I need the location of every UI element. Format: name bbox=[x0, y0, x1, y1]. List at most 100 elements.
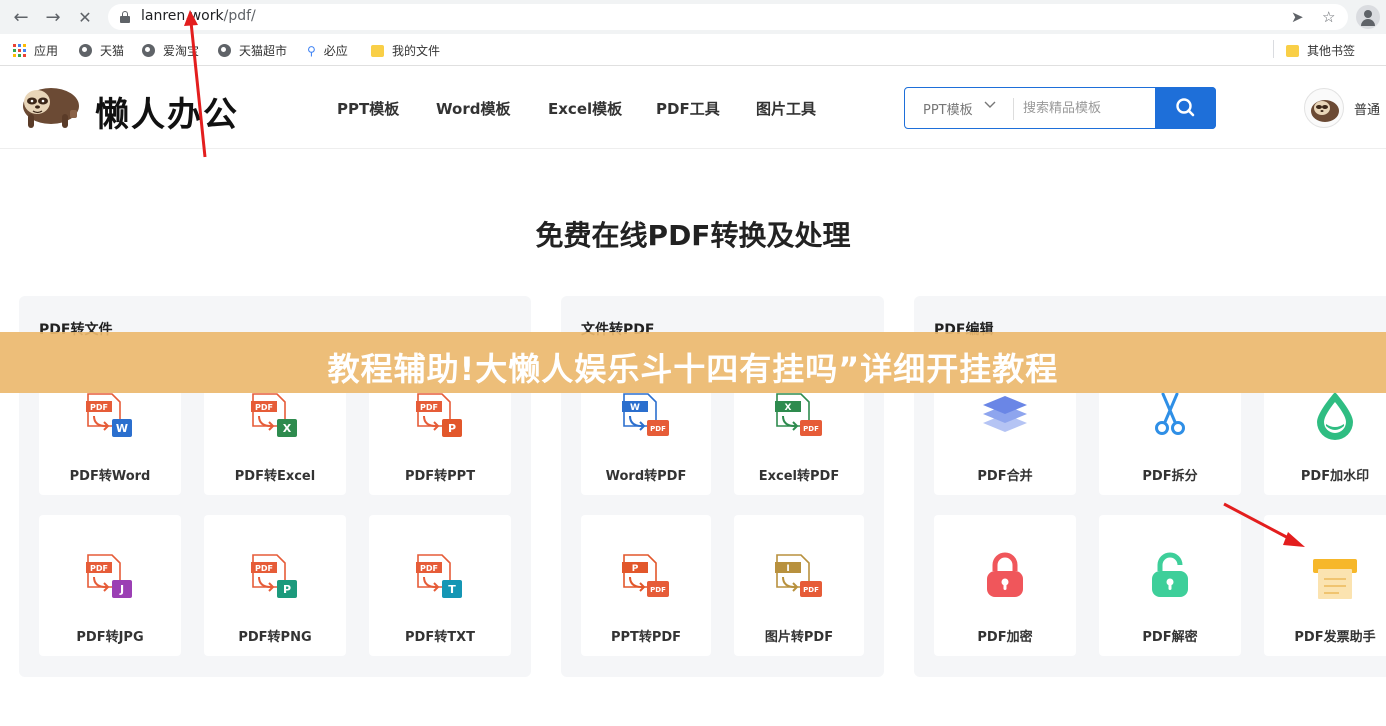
svg-text:I: I bbox=[786, 564, 789, 574]
tool-pdf-invoice[interactable]: PDF发票助手 bbox=[1264, 515, 1386, 656]
svg-text:PDF: PDF bbox=[650, 586, 666, 594]
logo-text[interactable]: 懒人办公 bbox=[95, 87, 239, 136]
tool-image-to-pdf[interactable]: I PDF 图片转PDF bbox=[734, 515, 864, 656]
word-to-pdf-icon: W PDF bbox=[622, 393, 669, 436]
globe-icon bbox=[218, 44, 231, 57]
search-icon: ⚲ bbox=[307, 43, 316, 58]
svg-text:T: T bbox=[448, 583, 456, 596]
url-text[interactable]: lanren.work/pdf/ bbox=[141, 8, 256, 24]
search-button[interactable] bbox=[1155, 87, 1216, 129]
svg-text:PDF: PDF bbox=[420, 403, 438, 412]
bookmark-label: 天猫超市 bbox=[239, 44, 288, 58]
tool-pdf-to-txt[interactable]: PDF T PDF转TXT bbox=[369, 515, 511, 656]
bookmark-separator bbox=[1273, 40, 1274, 58]
tool-ppt-to-pdf[interactable]: P PDF PPT转PDF bbox=[581, 515, 711, 656]
sloth-avatar-icon bbox=[1311, 100, 1339, 122]
browser-toolbar: ← → ✕ lanren.work/pdf/ ➤ ☆ bbox=[0, 0, 1386, 34]
back-arrow-icon[interactable]: ← bbox=[8, 5, 34, 29]
scissors-icon bbox=[1155, 392, 1185, 435]
tool-label: PDF解密 bbox=[1142, 630, 1198, 645]
bookmark-my-files[interactable]: 我的文件 bbox=[371, 42, 440, 59]
site-header: 懒人办公 PPT模板 Word模板 Excel模板 PDF工具 图片工具 PPT… bbox=[0, 67, 1386, 149]
image-to-pdf-icon: I PDF bbox=[775, 554, 822, 597]
tool-label: PDF加密 bbox=[977, 630, 1033, 645]
svg-text:PDF: PDF bbox=[803, 586, 819, 594]
user-avatar[interactable] bbox=[1304, 88, 1344, 128]
folder-icon bbox=[1286, 44, 1299, 57]
pdf-to-jpg-icon: PDF J bbox=[86, 554, 132, 598]
svg-text:P: P bbox=[632, 564, 639, 574]
pdf-to-txt-icon: PDF T bbox=[416, 554, 462, 598]
search-divider bbox=[1013, 98, 1014, 120]
svg-text:W: W bbox=[116, 422, 128, 435]
nav-ppt-templates[interactable]: PPT模板 bbox=[337, 98, 399, 119]
tool-label: PDF加水印 bbox=[1300, 469, 1370, 484]
svg-text:P: P bbox=[283, 583, 291, 596]
tool-label: PDF转Word bbox=[69, 469, 151, 484]
pdf-to-png-icon: PDF P bbox=[251, 554, 297, 598]
svg-text:X: X bbox=[785, 403, 792, 413]
nav-excel-templates[interactable]: Excel模板 bbox=[548, 98, 622, 119]
search-input[interactable] bbox=[1023, 96, 1153, 120]
svg-text:PDF: PDF bbox=[90, 564, 108, 573]
tool-label: PDF转TXT bbox=[405, 630, 475, 645]
tool-label: PDF拆分 bbox=[1142, 469, 1198, 484]
invoice-printer-icon bbox=[1313, 559, 1357, 599]
pdf-to-word-icon: PDF W bbox=[86, 393, 132, 437]
svg-text:W: W bbox=[630, 403, 640, 413]
pdf-to-ppt-icon: PDF P bbox=[416, 393, 462, 437]
tool-label: PDF合并 bbox=[977, 469, 1033, 484]
nav-word-templates[interactable]: Word模板 bbox=[436, 98, 510, 119]
bookmark-label: 我的文件 bbox=[392, 44, 441, 58]
chevron-down-icon[interactable] bbox=[983, 98, 997, 112]
svg-text:J: J bbox=[119, 583, 124, 596]
tool-label: 图片转PDF bbox=[764, 630, 834, 645]
tool-label: PDF转PPT bbox=[404, 469, 476, 484]
svg-text:PDF: PDF bbox=[255, 403, 273, 412]
svg-text:PDF: PDF bbox=[650, 425, 666, 433]
lock-icon bbox=[120, 11, 130, 23]
bookmark-label: 天猫 bbox=[100, 44, 125, 58]
tool-pdf-to-jpg[interactable]: PDF J PDF转JPG bbox=[39, 515, 181, 656]
sloth-logo-icon[interactable] bbox=[18, 84, 80, 130]
watermark-drop-icon bbox=[1317, 392, 1353, 440]
profile-icon[interactable] bbox=[1356, 5, 1380, 29]
tool-label: Word转PDF bbox=[605, 469, 687, 484]
user-label[interactable]: 普通 bbox=[1354, 99, 1380, 118]
send-icon[interactable]: ➤ bbox=[1291, 8, 1304, 26]
apps-icon bbox=[13, 44, 26, 57]
globe-icon bbox=[79, 44, 92, 57]
tool-label: PDF转Excel bbox=[234, 469, 316, 484]
nav-pdf-tools[interactable]: PDF工具 bbox=[656, 98, 720, 119]
bookmark-bing[interactable]: ⚲ 必应 bbox=[307, 42, 348, 59]
address-bar[interactable]: lanren.work/pdf/ ➤ ☆ bbox=[108, 4, 1348, 30]
tool-pdf-decrypt[interactable]: PDF解密 bbox=[1099, 515, 1241, 656]
bookmark-other[interactable]: 其他书签 bbox=[1286, 42, 1355, 59]
bookmark-tmall-market[interactable]: 天猫超市 bbox=[218, 42, 287, 59]
star-icon[interactable]: ☆ bbox=[1322, 8, 1335, 26]
tool-pdf-encrypt[interactable]: PDF加密 bbox=[934, 515, 1076, 656]
svg-text:PDF: PDF bbox=[90, 403, 108, 412]
search-category-select[interactable]: PPT模板 bbox=[923, 99, 973, 118]
stop-loading-icon[interactable]: ✕ bbox=[72, 5, 98, 29]
svg-text:PDF: PDF bbox=[420, 564, 438, 573]
search-box: PPT模板 bbox=[904, 87, 1216, 129]
bookmark-apps[interactable]: 应用 bbox=[13, 42, 58, 59]
forward-arrow-icon[interactable]: → bbox=[40, 5, 66, 29]
globe-icon bbox=[142, 44, 155, 57]
bookmark-tmall[interactable]: 天猫 bbox=[79, 42, 124, 59]
svg-text:X: X bbox=[283, 422, 292, 435]
bookmark-label: 爱淘宝 bbox=[163, 44, 200, 58]
nav-image-tools[interactable]: 图片工具 bbox=[756, 98, 816, 119]
overlay-banner: 教程辅助!大懒人娱乐斗十四有挂吗”详细开挂教程 bbox=[0, 332, 1386, 393]
svg-text:PDF: PDF bbox=[803, 425, 819, 433]
bookmark-aitaobao[interactable]: 爱淘宝 bbox=[142, 42, 199, 59]
lock-icon bbox=[987, 552, 1023, 597]
ppt-to-pdf-icon: P PDF bbox=[622, 554, 669, 597]
bookmarks-bar: 应用 天猫 爱淘宝 天猫超市 ⚲ 必应 我的文件 其他书签 bbox=[0, 34, 1386, 66]
svg-text:P: P bbox=[448, 422, 456, 435]
bookmark-label: 必应 bbox=[323, 44, 348, 58]
tool-pdf-to-png[interactable]: PDF P PDF转PNG bbox=[204, 515, 346, 656]
page-title: 免费在线PDF转换及处理 bbox=[535, 219, 851, 252]
url-host: lanren.work bbox=[141, 8, 224, 24]
